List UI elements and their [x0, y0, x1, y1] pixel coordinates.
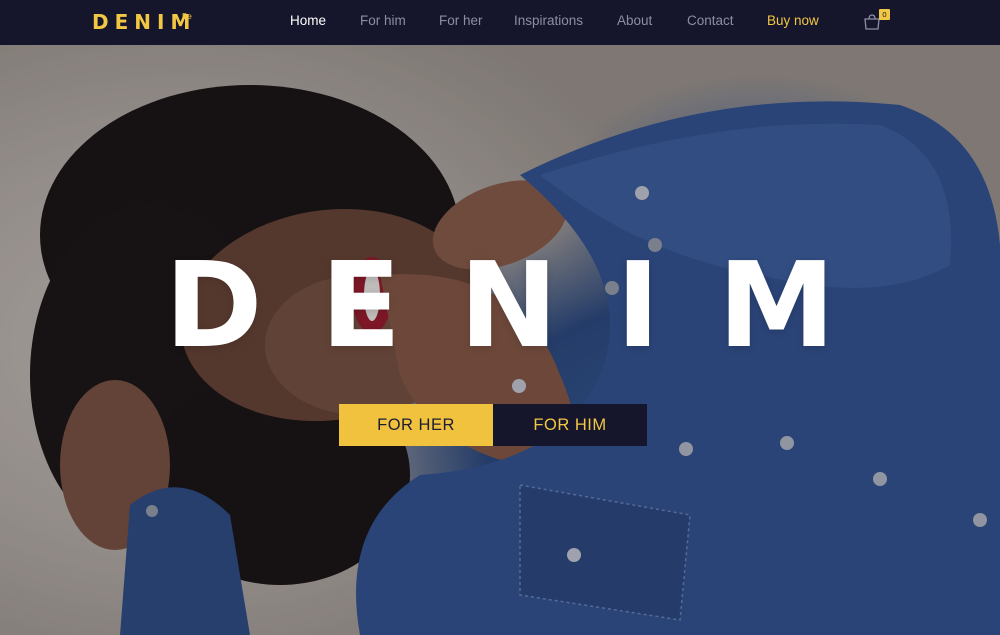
for-her-button[interactable]: FOR HER [339, 404, 493, 446]
for-him-button[interactable]: FOR HIM [493, 404, 647, 446]
nav-link-home[interactable]: Home [290, 13, 326, 28]
landing-page: DENIM Be Home For him For her Inspiratio… [0, 0, 1000, 635]
nav-link-about[interactable]: About [617, 13, 652, 28]
top-navbar: DENIM Be Home For him For her Inspiratio… [0, 0, 1000, 45]
nav-link-for-him[interactable]: For him [360, 13, 406, 28]
buy-now-link[interactable]: Buy now [767, 13, 819, 28]
nav-link-inspirations[interactable]: Inspirations [514, 13, 583, 28]
brand-logo[interactable]: DENIM [92, 10, 196, 34]
nav-link-contact[interactable]: Contact [687, 13, 734, 28]
cart-button[interactable]: 0 [863, 9, 891, 32]
cart-count-badge: 0 [879, 9, 890, 20]
nav-link-for-her[interactable]: For her [439, 13, 483, 28]
brand-logo-superscript: Be [182, 12, 192, 21]
hero-title: DENIM [164, 236, 894, 374]
